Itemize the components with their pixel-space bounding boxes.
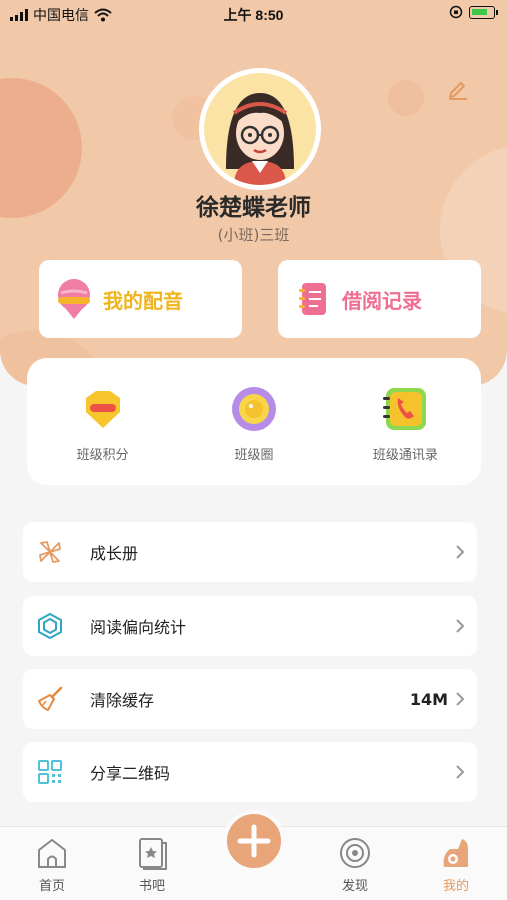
class-feature-grid: 班级积分 班级圈 班级通讯录 — [27, 358, 481, 485]
chevron-right-icon — [456, 765, 465, 779]
tab-label: 我的 — [442, 879, 469, 894]
status-time: 上午 8:50 — [223, 7, 284, 23]
menu-item-reading-stats[interactable]: 阅读偏向统计 — [23, 596, 477, 656]
discover-icon — [340, 838, 370, 868]
broom-icon — [38, 686, 63, 711]
mine-icon — [443, 839, 468, 867]
chevron-right-icon — [456, 692, 465, 706]
tab-label: 书吧 — [138, 879, 165, 894]
grid-item-class-contacts[interactable]: 班级通讯录 — [330, 358, 481, 485]
status-bar: 中国电信 上午 8:50 — [0, 0, 507, 28]
menu-item-growth-album[interactable]: 成长册 — [23, 522, 477, 582]
menu-label: 分享二维码 — [90, 764, 171, 783]
borrow-records-button[interactable]: 借阅记录 — [278, 260, 481, 338]
chevron-right-icon — [456, 545, 465, 559]
contacts-book-icon — [383, 388, 427, 430]
plus-icon — [237, 824, 271, 858]
tab-label: 发现 — [341, 879, 368, 894]
microphone-icon — [58, 279, 90, 319]
add-button[interactable] — [223, 810, 285, 872]
grid-item-class-circle[interactable]: 班级圈 — [178, 358, 329, 485]
my-dubbing-button[interactable]: 我的配音 — [39, 260, 242, 338]
my-dubbing-label: 我的配音 — [103, 288, 183, 313]
menu-item-clear-cache[interactable]: 清除缓存 14M — [23, 669, 477, 729]
grid-item-class-points[interactable]: 班级积分 — [27, 358, 178, 485]
cache-size-value: 14M — [409, 689, 448, 709]
tab-mine[interactable]: 我的 — [416, 835, 496, 894]
tab-home[interactable]: 首页 — [12, 835, 92, 894]
decor-circle — [388, 80, 424, 116]
tab-book-bar[interactable]: 书吧 — [112, 835, 192, 894]
grid-label: 班级圈 — [234, 448, 274, 463]
teacher-avatar-illustration — [226, 93, 294, 185]
hexagon-icon — [38, 613, 62, 639]
menu-label: 阅读偏向统计 — [90, 618, 187, 637]
menu-item-share-qr[interactable]: 分享二维码 — [23, 742, 477, 802]
grid-label: 班级通讯录 — [372, 448, 438, 463]
edit-icon[interactable] — [446, 76, 470, 100]
battery-icon — [469, 5, 498, 19]
tab-discover[interactable]: 发现 — [315, 835, 395, 894]
points-badge-icon — [85, 391, 120, 428]
borrow-records-label: 借阅记录 — [342, 288, 422, 313]
orientation-lock-icon — [449, 5, 463, 19]
tab-label: 首页 — [38, 879, 65, 894]
menu-label: 清除缓存 — [90, 691, 155, 710]
chevron-right-icon — [456, 619, 465, 633]
avatar[interactable] — [199, 68, 321, 190]
notebook-icon — [299, 283, 326, 315]
book-icon — [139, 838, 167, 870]
class-circle-icon — [231, 387, 276, 431]
qr-code-icon — [38, 760, 62, 784]
class-name: (小班)三班 — [217, 226, 290, 244]
grid-label: 班级积分 — [76, 448, 129, 463]
teacher-name: 徐楚蝶老师 — [196, 195, 311, 221]
pinwheel-icon — [39, 541, 61, 563]
home-icon — [38, 839, 66, 868]
menu-label: 成长册 — [90, 544, 139, 563]
